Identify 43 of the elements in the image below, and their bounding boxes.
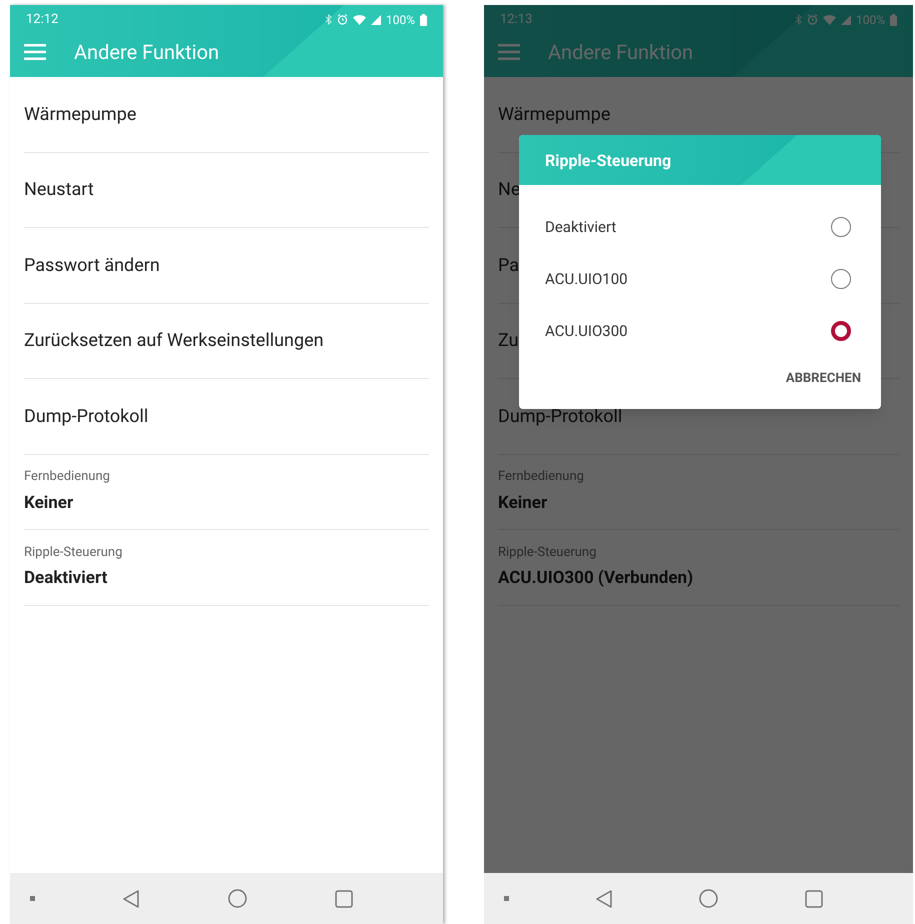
battery-icon — [420, 14, 427, 26]
list-item[interactable]: Neustart — [24, 176, 429, 204]
app-title: Andere Funktion — [74, 39, 220, 66]
radio-button[interactable] — [831, 321, 851, 341]
list-item[interactable]: Dump-Protokoll — [24, 402, 429, 430]
app-title: Andere Funktion — [548, 39, 694, 66]
setting-label: Ripple-Steuerung — [24, 544, 124, 562]
recents-icon — [334, 890, 353, 908]
menu-icon — [498, 44, 520, 60]
status-time: 12:13 — [500, 10, 532, 29]
menu-icon — [24, 44, 46, 60]
battery-percent: 100% — [386, 12, 415, 28]
setting-label: Fernbedienung — [498, 468, 585, 486]
battery-icon — [890, 14, 897, 26]
setting-label: Fernbedienung — [24, 468, 111, 486]
signal-icon — [840, 14, 851, 24]
radio-button[interactable] — [831, 269, 851, 289]
list-item[interactable]: Wärmepumpe — [24, 100, 429, 128]
radio-option[interactable]: ACU.UIO300 — [519, 305, 881, 357]
setting-value[interactable]: Deaktiviert — [24, 566, 429, 592]
alarm-icon — [806, 14, 818, 25]
radio-option[interactable]: Deaktiviert — [519, 201, 881, 253]
back-icon — [123, 890, 140, 908]
wifi-icon — [822, 14, 836, 25]
status-time: 12:12 — [26, 10, 58, 29]
list-item[interactable]: Zurücksetzen auf Werkseinstellungen — [24, 327, 429, 354]
alarm-icon — [336, 14, 348, 25]
bluetooth-icon — [794, 14, 802, 25]
radio-option[interactable]: ACU.UIO100 — [519, 253, 881, 305]
back-icon — [596, 890, 612, 908]
signal-icon — [370, 14, 381, 24]
radio-button[interactable] — [831, 217, 851, 237]
setting-label: Ripple-Steuerung — [498, 544, 598, 562]
cancel-button[interactable]: ABBRECHEN — [786, 369, 861, 388]
list-item[interactable]: Passwort ändern — [24, 252, 429, 279]
bluetooth-icon — [324, 14, 332, 25]
setting-value[interactable]: Keiner — [24, 490, 429, 516]
battery-percent: 100% — [856, 12, 885, 28]
dialog-title: Ripple-Steuerung — [545, 150, 672, 172]
recents-icon — [805, 890, 823, 908]
wifi-icon — [352, 14, 366, 25]
home-icon — [699, 889, 718, 908]
home-icon — [228, 889, 247, 908]
